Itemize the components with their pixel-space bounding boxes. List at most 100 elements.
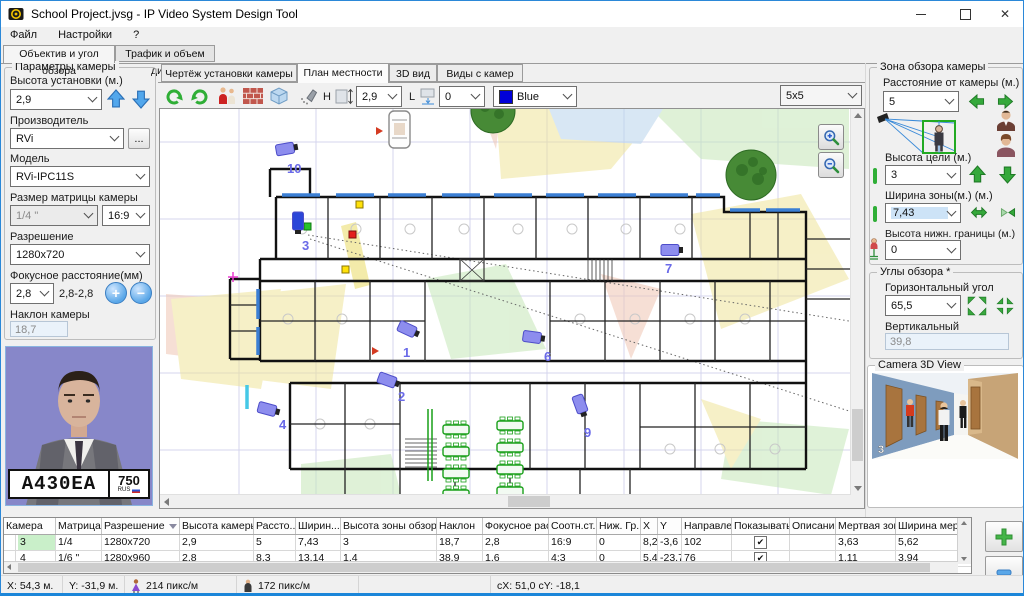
add-wall-button[interactable] bbox=[241, 85, 265, 107]
angle-narrow-icon[interactable] bbox=[995, 296, 1015, 316]
scroll-down-icon[interactable] bbox=[854, 486, 862, 491]
table-header-cell[interactable]: Камера bbox=[4, 518, 56, 534]
focal-plus-button[interactable]: + bbox=[105, 282, 127, 304]
scroll-up-icon[interactable] bbox=[961, 521, 967, 525]
table-cell[interactable]: 18,7 bbox=[437, 535, 483, 550]
bottom-boundary-select[interactable]: 0 bbox=[885, 240, 961, 260]
table-header-cell[interactable]: Разрешение bbox=[102, 518, 180, 534]
table-horizontal-scrollbar[interactable] bbox=[4, 561, 958, 573]
table-cell[interactable]: 3,63 bbox=[836, 535, 896, 550]
site-plan-canvas[interactable]: 103124697 bbox=[159, 108, 865, 509]
table-header-cell[interactable]: X bbox=[641, 518, 658, 534]
focal-minus-button[interactable]: − bbox=[130, 282, 152, 304]
model-select[interactable]: RVi-IPC11S bbox=[10, 166, 150, 187]
table-cell[interactable]: 3 bbox=[341, 535, 437, 550]
focal-length-select[interactable]: 2,8 bbox=[10, 283, 54, 304]
table-header-cell[interactable]: Описание bbox=[790, 518, 836, 534]
menu-file[interactable]: Файл bbox=[1, 27, 46, 43]
menu-help[interactable]: ? bbox=[124, 27, 148, 43]
rotate-left-button[interactable] bbox=[162, 85, 186, 107]
tab-camera-installation-drawing[interactable]: Чертёж установки камеры bbox=[161, 64, 297, 82]
map-hscroll-thumb[interactable] bbox=[508, 496, 550, 507]
close-button[interactable]: ✕ bbox=[987, 1, 1023, 27]
table-header-cell[interactable]: Матрица bbox=[56, 518, 102, 534]
horizontal-angle-select[interactable]: 65,5 bbox=[885, 295, 961, 316]
distance-decrease-button[interactable] bbox=[965, 94, 989, 109]
scroll-up-icon[interactable] bbox=[854, 113, 862, 118]
table-cell[interactable]: -3,6 bbox=[658, 535, 682, 550]
zoom-out-button[interactable] bbox=[818, 152, 844, 178]
table-header-cell[interactable]: Соотн.ст... bbox=[549, 518, 597, 534]
scroll-down-icon[interactable] bbox=[961, 557, 967, 561]
target-height-select[interactable]: 3 bbox=[885, 165, 961, 185]
scroll-left-icon[interactable] bbox=[7, 564, 11, 570]
zone-width-select[interactable]: 7,43 bbox=[885, 203, 961, 223]
table-header-cell[interactable]: Мертвая зона bbox=[836, 518, 896, 534]
table-header-cell[interactable]: Высота камеры bbox=[180, 518, 254, 534]
raise-camera-button[interactable] bbox=[107, 88, 125, 110]
add-person-button[interactable] bbox=[215, 85, 239, 107]
maximize-button[interactable] bbox=[943, 1, 987, 27]
sort-filter-icon[interactable] bbox=[169, 524, 177, 529]
table-cell[interactable]: 5 bbox=[254, 535, 296, 550]
table-cell[interactable]: 5,62 bbox=[896, 535, 958, 550]
manufacturer-select[interactable]: RVi bbox=[10, 128, 124, 149]
color-select[interactable]: Blue bbox=[493, 86, 577, 107]
resolution-select[interactable]: 1280x720 bbox=[10, 244, 150, 265]
target-height-up-button[interactable] bbox=[969, 164, 986, 185]
distance-increase-button[interactable] bbox=[993, 94, 1017, 109]
table-cell[interactable]: 8,2 bbox=[641, 535, 658, 550]
target-type-icons[interactable] bbox=[993, 109, 1019, 159]
manufacturer-more-button[interactable]: ... bbox=[128, 128, 150, 149]
table-header-cell[interactable]: Ниж. Гр... bbox=[597, 518, 641, 534]
rotate-right-button[interactable] bbox=[188, 85, 212, 107]
map-horizontal-scrollbar[interactable] bbox=[160, 494, 851, 508]
wall-height-select[interactable]: 2,9 bbox=[356, 86, 402, 107]
grid-size-select[interactable]: 5x5 bbox=[780, 85, 862, 106]
zone-width-expand-button[interactable] bbox=[967, 205, 991, 220]
add-camera-button[interactable] bbox=[985, 521, 1023, 552]
table-header-cell[interactable]: Наклон bbox=[437, 518, 483, 534]
table-cell[interactable]: 3 bbox=[4, 535, 56, 550]
table-header-cell[interactable]: Рассто... bbox=[254, 518, 296, 534]
menu-settings[interactable]: Настройки bbox=[49, 27, 121, 43]
table-cell[interactable]: 16:9 bbox=[549, 535, 597, 550]
table-cell[interactable]: ✔ bbox=[732, 535, 790, 550]
tab-traffic-and-disk[interactable]: Трафик и объем диска bbox=[115, 45, 215, 62]
lower-camera-button[interactable] bbox=[132, 88, 150, 110]
tab-camera-views[interactable]: Виды с камер bbox=[437, 64, 523, 82]
sensor-size-select[interactable]: 1/4 " bbox=[10, 205, 98, 226]
tab-lens-and-angle[interactable]: Объектив и угол обзора bbox=[3, 45, 115, 63]
table-cell[interactable]: 7,43 bbox=[296, 535, 341, 550]
tab-site-plan[interactable]: План местности bbox=[297, 63, 389, 83]
wall-level-select[interactable]: 0 bbox=[439, 86, 485, 107]
table-cell[interactable] bbox=[790, 535, 836, 550]
angle-widen-icon[interactable] bbox=[967, 296, 987, 316]
table-header-cell[interactable]: Ширина мертв bbox=[896, 518, 958, 534]
scroll-left-icon[interactable] bbox=[164, 498, 169, 506]
table-header-cell[interactable]: Ширин... bbox=[296, 518, 341, 534]
table-header-cell[interactable]: Показывать bbox=[732, 518, 790, 534]
tab-3d-view[interactable]: 3D вид bbox=[389, 64, 437, 82]
table-cell[interactable]: 2,8 bbox=[483, 535, 549, 550]
mount-height-select[interactable]: 2,9 bbox=[10, 89, 102, 110]
title-bar[interactable]: School Project.jvsg - IP Video System De… bbox=[1, 1, 1023, 27]
table-header-cell[interactable]: Направле... bbox=[682, 518, 732, 534]
table-cell[interactable]: 1/4 bbox=[56, 535, 102, 550]
minimize-button[interactable] bbox=[899, 1, 943, 27]
map-vscroll-thumb[interactable] bbox=[852, 409, 863, 461]
aspect-ratio-select[interactable]: 16:9 bbox=[102, 205, 150, 226]
add-3d-object-button[interactable] bbox=[267, 85, 291, 107]
table-cell[interactable]: 0 bbox=[597, 535, 641, 550]
floor-plan-map[interactable]: 103124697 bbox=[160, 109, 850, 495]
table-cell[interactable]: 102 bbox=[682, 535, 732, 550]
table-hscroll-thumb[interactable] bbox=[18, 563, 930, 572]
zoom-in-button[interactable] bbox=[818, 124, 844, 150]
table-cell[interactable]: 1280x720 bbox=[102, 535, 180, 550]
zone-width-shrink-button[interactable] bbox=[997, 205, 1019, 220]
distance-select[interactable]: 5 bbox=[883, 91, 959, 112]
table-cell[interactable]: 2,9 bbox=[180, 535, 254, 550]
panel-splitter[interactable] bbox=[865, 63, 866, 570]
table-header-cell[interactable]: Y bbox=[658, 518, 682, 534]
row-selector[interactable] bbox=[4, 535, 16, 550]
